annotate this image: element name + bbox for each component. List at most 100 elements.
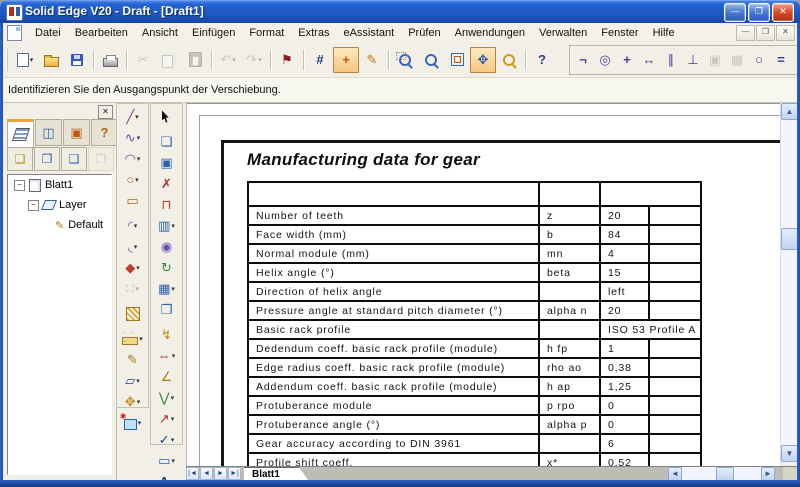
scroll-up-icon[interactable]: ▲ [781, 103, 798, 120]
pattern-tool-dropdown-icon[interactable]: ▾ [135, 285, 139, 293]
resize-grip[interactable] [783, 467, 797, 481]
datum-frame-dropdown-icon[interactable]: ▾ [171, 436, 175, 444]
child-restore-button[interactable]: ❐ [756, 25, 775, 41]
save-button[interactable] [64, 47, 90, 73]
equal-relationship-button[interactable]: = [770, 47, 792, 73]
scroll-down-icon[interactable]: ▼ [781, 445, 798, 462]
maximize-restore-button[interactable]: ❐ [748, 3, 770, 22]
coordinate-dimension-button[interactable]: ⋁▾ [151, 387, 182, 408]
undo-dropdown-icon[interactable]: ▾ [232, 56, 236, 64]
section-view-button[interactable]: ▥▾ [151, 215, 182, 236]
zoom-area-button[interactable] [392, 47, 418, 73]
scroll-left-icon[interactable]: ◄ [668, 467, 682, 481]
library-tab[interactable]: ◫ [35, 119, 62, 146]
line-tool-button[interactable]: ╱▾ [117, 106, 148, 127]
horizontal-scrollbar[interactable]: ◄ ► [668, 467, 775, 481]
close-button[interactable]: ✕ [772, 3, 794, 22]
arc-tool-button[interactable]: ◠▾ [117, 148, 148, 169]
arc-tool-dropdown-icon[interactable]: ▾ [137, 155, 141, 163]
menu-fenster[interactable]: Fenster [594, 25, 645, 41]
new-sheet-view-tool-button[interactable]: ▾ [117, 412, 148, 433]
menu-verwalten[interactable]: Verwalten [532, 25, 594, 41]
move-tool-dropdown-icon[interactable]: ▾ [137, 398, 141, 406]
dimension-ruler-tool-dropdown-icon[interactable]: ▾ [139, 335, 143, 343]
isometric-box-tool-dropdown-icon[interactable]: ▾ [136, 377, 140, 385]
fill-tool-button[interactable]: ◆▾ [117, 257, 148, 278]
fit-button[interactable] [444, 47, 470, 73]
gear-table[interactable]: Number of teethz20Face width (mm)b84Norm… [247, 181, 702, 466]
line-tool-dropdown-icon[interactable]: ▾ [135, 113, 139, 121]
connect-relationship-button[interactable]: ¬ [572, 47, 594, 73]
fillet-tool-button[interactable]: ◜▾ [117, 215, 148, 236]
curve-tool-dropdown-icon[interactable]: ▾ [137, 134, 141, 142]
balloon-label-button[interactable]: ▭▾ [151, 450, 182, 471]
midpoint-relationship-button[interactable]: + [616, 47, 638, 73]
help-tab[interactable]: ? [91, 119, 118, 146]
child-close-button[interactable]: ✕ [776, 25, 795, 41]
new-sheet-view-tool-dropdown-icon[interactable]: ▾ [138, 419, 142, 427]
expander-icon[interactable]: − [14, 180, 25, 191]
help-select-button[interactable]: ? [529, 47, 555, 73]
horizontal-scroll-thumb[interactable] [716, 467, 734, 481]
open-button[interactable] [38, 47, 64, 73]
concentric-relationship-button[interactable]: ◎ [594, 47, 616, 73]
minimize-button[interactable]: — [724, 3, 746, 22]
toolbar-grip[interactable] [6, 49, 8, 71]
curve-tool-button[interactable]: ∿▾ [117, 127, 148, 148]
principal-view-button[interactable]: ✗ [151, 173, 182, 194]
groups-tab[interactable]: ▣ [63, 119, 90, 146]
move-tool-button[interactable]: ✥▾ [117, 391, 148, 412]
menu-format[interactable]: Format [242, 25, 291, 41]
smart-dimension-button[interactable]: ↯ [151, 324, 182, 345]
coordinate-dimension-dropdown-icon[interactable]: ▾ [171, 394, 175, 402]
redo-dropdown-icon[interactable]: ▾ [258, 56, 262, 64]
parts-list-button[interactable]: ▦▾ [151, 278, 182, 299]
drawing-canvas[interactable]: Manufacturing data for gear Number of te… [186, 103, 780, 466]
edgebar-close-icon[interactable]: ✕ [98, 105, 113, 119]
section-view-dropdown-icon[interactable]: ▾ [171, 222, 175, 230]
dimension-ruler-tool-button[interactable]: ▾ [117, 328, 148, 349]
format-painter-flag-button[interactable]: ⚑ [274, 47, 300, 73]
circle-tool-button[interactable]: ○▾ [117, 169, 148, 190]
trim-corner-tool-dropdown-icon[interactable]: ▾ [134, 243, 138, 251]
connect-view-button[interactable]: ❐ [151, 299, 182, 320]
horizontal-vertical-relationship-button[interactable]: ↔ [638, 47, 660, 73]
last-sheet-button[interactable]: ►| [228, 467, 241, 480]
annotation-sheet-tool-button[interactable]: ✎ [117, 349, 148, 370]
child-minimize-button[interactable]: — [736, 25, 755, 41]
new-layer-button[interactable]: ❏ [7, 147, 33, 171]
fillet-tool-dropdown-icon[interactable]: ▾ [134, 222, 138, 230]
pan-button[interactable]: ✥ [470, 47, 496, 73]
menu-prüfen[interactable]: Prüfen [401, 25, 447, 41]
perpendicular-relationship-button[interactable]: ⊥ [682, 47, 704, 73]
magnifying-glass-button[interactable] [496, 47, 522, 73]
tree-item-blatt1[interactable]: −Blatt1 [8, 175, 111, 195]
menu-datei[interactable]: Datei [28, 25, 68, 41]
detail-view-button[interactable]: ◉ [151, 236, 182, 257]
alignment-indicator-button[interactable]: + [333, 47, 359, 73]
angle-between-button[interactable]: ∠ [151, 366, 182, 387]
expander-icon[interactable]: − [28, 200, 39, 211]
drawing-view-button[interactable]: ▣ [151, 152, 182, 173]
parts-list-dropdown-icon[interactable]: ▾ [171, 285, 175, 293]
previous-sheet-button[interactable]: ◄ [200, 467, 213, 480]
layers-tab[interactable] [7, 119, 34, 148]
move-to-layer-button[interactable]: ❑ [61, 147, 87, 171]
menu-extras[interactable]: Extras [291, 25, 336, 41]
first-sheet-button[interactable]: |◄ [186, 467, 199, 480]
vertical-scroll-thumb[interactable] [781, 228, 798, 250]
distance-between-button[interactable]: ⇔▾ [151, 345, 182, 366]
distance-between-dropdown-icon[interactable]: ▾ [172, 352, 176, 360]
menu-hilfe[interactable]: Hilfe [646, 25, 682, 41]
zoom-button[interactable] [418, 47, 444, 73]
parallel-relationship-button[interactable]: ∥ [660, 47, 682, 73]
tangent-relationship-button[interactable]: ○ [748, 47, 770, 73]
datum-frame-button[interactable]: ✓▾ [151, 429, 182, 450]
new-document-dropdown-icon[interactable]: ▾ [30, 56, 34, 64]
menu-anwendungen[interactable]: Anwendungen [448, 25, 532, 41]
copy-layer-button[interactable]: ❐ [34, 147, 60, 171]
intellisketch-button[interactable]: ✎ [359, 47, 385, 73]
menu-bearbeiten[interactable]: Bearbeiten [68, 25, 135, 41]
menu-eassistant[interactable]: eAssistant [336, 25, 401, 41]
view-wizard-button[interactable]: ❏ [151, 131, 182, 152]
